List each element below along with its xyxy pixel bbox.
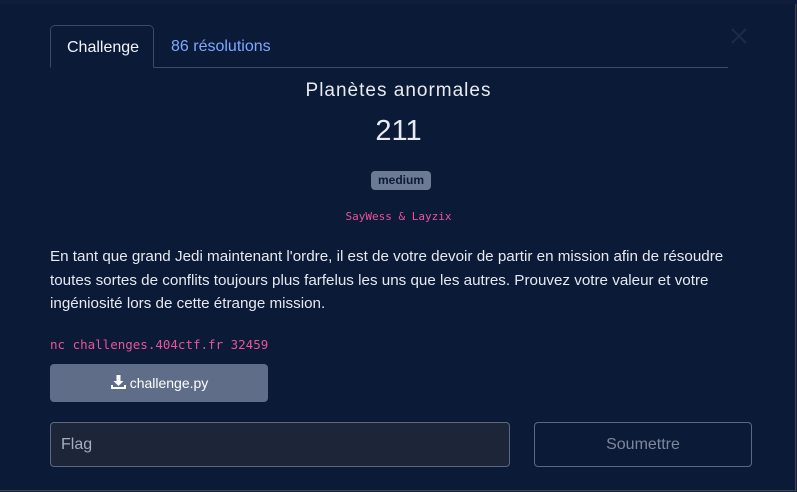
close-icon[interactable] bbox=[728, 24, 750, 46]
tab-solves-label: 86 résolutions bbox=[171, 38, 271, 55]
challenge-modal: Challenge 86 résolutions Planètes anorma… bbox=[0, 0, 797, 491]
tab-bar: Challenge 86 résolutions bbox=[50, 25, 728, 68]
challenge-points: 211 bbox=[375, 115, 422, 147]
difficulty-badge: medium bbox=[371, 171, 431, 190]
connection-command: nc challenges.404ctf.fr 32459 bbox=[50, 337, 269, 352]
download-file-label: challenge.py bbox=[129, 375, 209, 391]
tab-challenge[interactable]: Challenge bbox=[50, 25, 154, 68]
download-icon bbox=[110, 374, 127, 393]
submit-button[interactable]: Soumettre bbox=[534, 422, 752, 467]
flag-input[interactable] bbox=[50, 422, 510, 467]
challenge-description: En tant que grand Jedi maintenant l'ordr… bbox=[50, 248, 724, 312]
challenge-title: Planètes anormales bbox=[305, 80, 492, 101]
page-behind-modal bbox=[0, 0, 797, 4]
challenge-authors: SayWess & Layzix bbox=[345, 210, 452, 223]
download-file-button[interactable]: challenge.py bbox=[50, 364, 268, 402]
tab-challenge-label: Challenge bbox=[67, 39, 140, 56]
tab-solves[interactable]: 86 résolutions bbox=[154, 25, 287, 67]
